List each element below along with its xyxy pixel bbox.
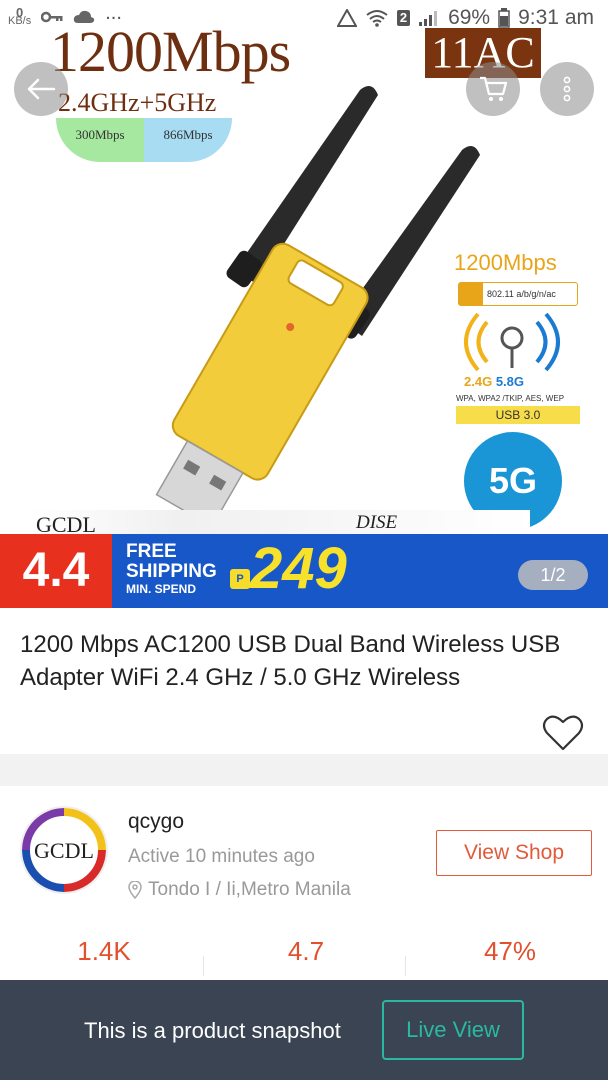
spec-standard-text: 802.11 a/b/g/n/ac — [487, 289, 556, 299]
snapshot-bar: This is a product snapshot Live View — [0, 980, 608, 1080]
hero-frequency: 2.4GHz+5GHz — [58, 88, 217, 117]
snapshot-message: This is a product snapshot — [84, 1018, 341, 1043]
more-options-button[interactable] — [540, 62, 594, 116]
brand-strip-tail: DISE — [356, 512, 398, 533]
promo-banner: 4.4 FREE SHIPPING MIN. SPEND P 249 — [0, 534, 608, 608]
wifi-emblem — [464, 312, 560, 372]
shop-location: Tondo I / Ii,Metro Manila — [128, 879, 351, 901]
wifi-badge-icon — [459, 283, 483, 305]
spec-security: WPA, WPA2 /TKIP, AES, WEP — [456, 394, 565, 403]
heart-icon — [542, 715, 584, 751]
spec-band-b: 5.8G — [495, 374, 524, 389]
brand-strip: GCDL DISE — [30, 510, 530, 537]
shop-stat-response-rate: 47% — [483, 936, 537, 966]
favorite-button[interactable] — [542, 714, 584, 754]
spec-usb: USB 3.0 — [456, 406, 580, 424]
more-vertical-icon — [563, 76, 571, 102]
product-title: 1200 Mbps AC1200 USB Dual Band Wireless … — [20, 631, 561, 691]
view-shop-button[interactable]: View Shop — [436, 830, 592, 876]
cloud-icon — [74, 10, 95, 23]
spec-standard: 802.11 a/b/g/n/ac — [458, 282, 578, 306]
min-spend-label: MIN. SPEND — [126, 582, 197, 596]
speed-pills: 300Mbps 866Mbps — [56, 118, 232, 162]
spec-speed: 1200Mbps — [454, 250, 557, 275]
free-shipping-line1: FREE — [126, 541, 177, 562]
cart-button[interactable] — [466, 62, 520, 116]
shop-stat-products: 1.4K — [77, 936, 131, 966]
adapter-body — [155, 242, 369, 528]
screen: 0 KB/s ... 2 69% 9:31 am 1200Mbps 2.4GHz… — [0, 0, 608, 1080]
location-pin-icon — [128, 881, 142, 899]
arrow-left-icon — [27, 78, 56, 100]
status-bar: 0 KB/s ... 2 69% 9:31 am — [0, 0, 608, 40]
section-divider — [0, 754, 608, 786]
shop-avatar[interactable]: GCDL — [20, 806, 108, 894]
key-icon — [41, 11, 63, 23]
gcdl-logo: GCDL — [22, 808, 106, 892]
shop-section: GCDL qcygo Active 10 minutes ago Tondo I… — [0, 786, 608, 986]
battery-icon — [498, 8, 510, 28]
clock: 9:31 am — [518, 6, 594, 29]
min-spend-amount: 249 — [250, 536, 347, 601]
more-notifications-indicator: ... — [105, 1, 122, 24]
shop-name[interactable]: qcygo — [128, 810, 184, 834]
shop-logo-text: GCDL — [34, 838, 94, 863]
shop-location-text: Tondo I / Ii,Metro Manila — [148, 879, 351, 900]
data-saver-icon — [336, 9, 357, 27]
min-spend-price: P 249 — [230, 536, 347, 602]
product-title-section: 1200 Mbps AC1200 USB Dual Band Wireless … — [0, 608, 608, 754]
spec-bands: 2.4G 5.8G — [464, 374, 524, 389]
back-button[interactable] — [14, 62, 68, 116]
shopping-cart-icon — [480, 76, 508, 101]
battery-percent: 69% — [448, 6, 491, 29]
network-speed-unit: KB/s — [8, 15, 32, 27]
signal-icon — [419, 11, 438, 26]
shop-stat-rating: 4.7 — [287, 936, 325, 966]
free-shipping-text: FREE SHIPPING MIN. SPEND — [126, 541, 217, 597]
stat-separator — [405, 956, 406, 976]
live-view-button[interactable]: Live View — [382, 1000, 524, 1060]
spec-band-a: 2.4G — [464, 374, 493, 389]
network-speed: 0 KB/s — [8, 6, 32, 27]
free-shipping-line2: SHIPPING — [126, 561, 217, 582]
stat-separator — [203, 956, 204, 976]
peso-icon: P — [230, 569, 250, 589]
sale-date: 4.4 — [0, 534, 112, 608]
sim-indicator: 2 — [396, 10, 411, 26]
image-page-indicator: 1/2 — [518, 560, 588, 590]
shop-active-status: Active 10 minutes ago — [128, 846, 315, 867]
wifi-icon — [366, 10, 388, 27]
